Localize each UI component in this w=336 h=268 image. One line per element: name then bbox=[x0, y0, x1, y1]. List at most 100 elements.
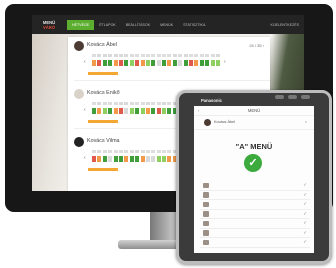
day-dot bbox=[162, 150, 167, 153]
nav-tab-4[interactable]: MENÜK bbox=[155, 20, 178, 30]
menu-cell[interactable] bbox=[145, 156, 150, 162]
check-icon[interactable]: ✓ bbox=[303, 220, 307, 226]
menu-cell[interactable] bbox=[140, 108, 145, 114]
day-dot bbox=[102, 102, 107, 105]
nav-tab-5[interactable]: STATISZTIKA bbox=[178, 20, 210, 30]
menu-cell[interactable] bbox=[172, 60, 177, 66]
tablet-button[interactable] bbox=[275, 95, 284, 99]
menu-cell[interactable] bbox=[135, 156, 140, 162]
menu-cell[interactable] bbox=[118, 156, 123, 162]
divider bbox=[74, 80, 270, 81]
menu-cell[interactable] bbox=[156, 60, 161, 66]
menu-cell[interactable] bbox=[140, 156, 145, 162]
menu-cell[interactable] bbox=[167, 156, 172, 162]
menu-cell[interactable] bbox=[124, 108, 129, 114]
menu-cell[interactable] bbox=[102, 108, 107, 114]
menu-cell[interactable] bbox=[215, 60, 220, 66]
menu-list-item[interactable]: ✓ bbox=[200, 210, 310, 219]
menu-cell[interactable] bbox=[205, 60, 210, 66]
tablet-button[interactable] bbox=[301, 95, 310, 99]
day-dot bbox=[162, 102, 167, 105]
menu-cell[interactable] bbox=[118, 60, 123, 66]
menu-cell[interactable] bbox=[151, 108, 156, 114]
chevron-left-icon[interactable]: ‹ bbox=[84, 59, 86, 65]
tablet-button[interactable] bbox=[288, 95, 297, 99]
back-icon[interactable]: ‹ bbox=[198, 106, 200, 116]
day-dot bbox=[167, 150, 172, 153]
menu-list-item[interactable]: ✓ bbox=[200, 219, 310, 229]
menu-cell[interactable] bbox=[129, 108, 134, 114]
menu-cell[interactable] bbox=[113, 108, 118, 114]
menu-cell[interactable] bbox=[92, 156, 96, 162]
menu-list-item[interactable]: ✓ bbox=[200, 191, 310, 200]
status-bar bbox=[88, 168, 118, 171]
check-icon[interactable]: ✓ bbox=[303, 192, 307, 198]
menu-cell[interactable] bbox=[151, 60, 156, 66]
menu-list-item[interactable]: ✓ bbox=[200, 229, 310, 238]
menu-cell[interactable] bbox=[129, 156, 134, 162]
menu-cell[interactable] bbox=[97, 108, 102, 114]
menu-cell[interactable] bbox=[156, 156, 161, 162]
menu-cell[interactable] bbox=[92, 60, 96, 66]
chevron-left-icon[interactable]: ‹ bbox=[84, 155, 86, 161]
menu-cell[interactable] bbox=[102, 60, 107, 66]
menu-cell[interactable] bbox=[113, 156, 118, 162]
top-nav-bar: MENÜ VÁRÓ HÉTVÉGE ÉTLAPOK BEÁLLÍTÁSOK ME… bbox=[32, 15, 304, 34]
menu-cell[interactable] bbox=[129, 60, 134, 66]
menu-cell[interactable] bbox=[162, 60, 167, 66]
menu-cell[interactable] bbox=[124, 60, 129, 66]
chevron-left-icon[interactable]: ‹ bbox=[84, 107, 86, 113]
menu-cell[interactable] bbox=[167, 108, 172, 114]
check-icon[interactable]: ✓ bbox=[303, 201, 307, 207]
menu-cell[interactable] bbox=[178, 60, 183, 66]
menu-cell[interactable] bbox=[156, 108, 161, 114]
menu-cell[interactable] bbox=[118, 108, 123, 114]
nav-tab-3[interactable]: BEÁLLÍTÁSOK bbox=[121, 20, 155, 30]
menu-cell[interactable] bbox=[108, 108, 113, 114]
day-dot bbox=[113, 102, 118, 105]
menu-list-item[interactable]: ✓ bbox=[200, 181, 310, 191]
menu-cell[interactable] bbox=[162, 156, 167, 162]
avatar bbox=[74, 89, 84, 99]
menu-cell[interactable] bbox=[92, 108, 96, 114]
menu-cell[interactable] bbox=[189, 60, 194, 66]
menu-cell[interactable] bbox=[183, 60, 188, 66]
menu-cell[interactable] bbox=[108, 156, 113, 162]
menu-cell[interactable] bbox=[108, 60, 113, 66]
menu-list-item[interactable]: ✓ bbox=[200, 200, 310, 210]
status-bar bbox=[88, 72, 118, 75]
menu-cell[interactable] bbox=[194, 60, 199, 66]
check-icon[interactable]: ✓ bbox=[303, 211, 307, 217]
app-logo[interactable]: MENÜ VÁRÓ bbox=[36, 17, 62, 32]
close-icon[interactable]: × bbox=[305, 119, 307, 124]
tablet-person-name: Kovács Ábel bbox=[214, 120, 236, 124]
menu-cell[interactable] bbox=[124, 156, 129, 162]
check-icon[interactable]: ✓ bbox=[303, 239, 307, 245]
menu-cell[interactable] bbox=[135, 60, 140, 66]
nav-tab-2[interactable]: ÉTLAPOK bbox=[94, 20, 121, 30]
check-icon[interactable]: ✓ bbox=[303, 230, 307, 236]
nav-tab-1[interactable]: HÉTVÉGE bbox=[67, 19, 95, 30]
menu-cell[interactable] bbox=[140, 60, 145, 66]
menu-cell[interactable] bbox=[167, 60, 172, 66]
check-icon[interactable]: ✓ bbox=[303, 182, 307, 188]
menu-cell[interactable] bbox=[199, 60, 204, 66]
menu-cell[interactable] bbox=[210, 60, 215, 66]
day-dot bbox=[129, 54, 134, 57]
day-dot bbox=[97, 54, 102, 57]
menu-cell[interactable] bbox=[162, 108, 167, 114]
menu-cell[interactable] bbox=[145, 60, 150, 66]
menu-cell[interactable] bbox=[97, 156, 102, 162]
logout-link[interactable]: KIJELENTKEZÉS bbox=[265, 20, 304, 30]
menu-list-item[interactable]: ✓ bbox=[200, 238, 310, 248]
food-icon bbox=[203, 239, 209, 245]
menu-cell[interactable] bbox=[145, 108, 150, 114]
chevron-right-icon[interactable]: › bbox=[224, 59, 226, 65]
menu-cell[interactable] bbox=[102, 156, 107, 162]
menu-cell[interactable] bbox=[113, 60, 118, 66]
menu-cell[interactable] bbox=[97, 60, 102, 66]
day-dot bbox=[129, 102, 134, 105]
check-icon[interactable]: ✓ bbox=[244, 154, 262, 172]
menu-cell[interactable] bbox=[151, 156, 156, 162]
menu-cell[interactable] bbox=[135, 108, 140, 114]
